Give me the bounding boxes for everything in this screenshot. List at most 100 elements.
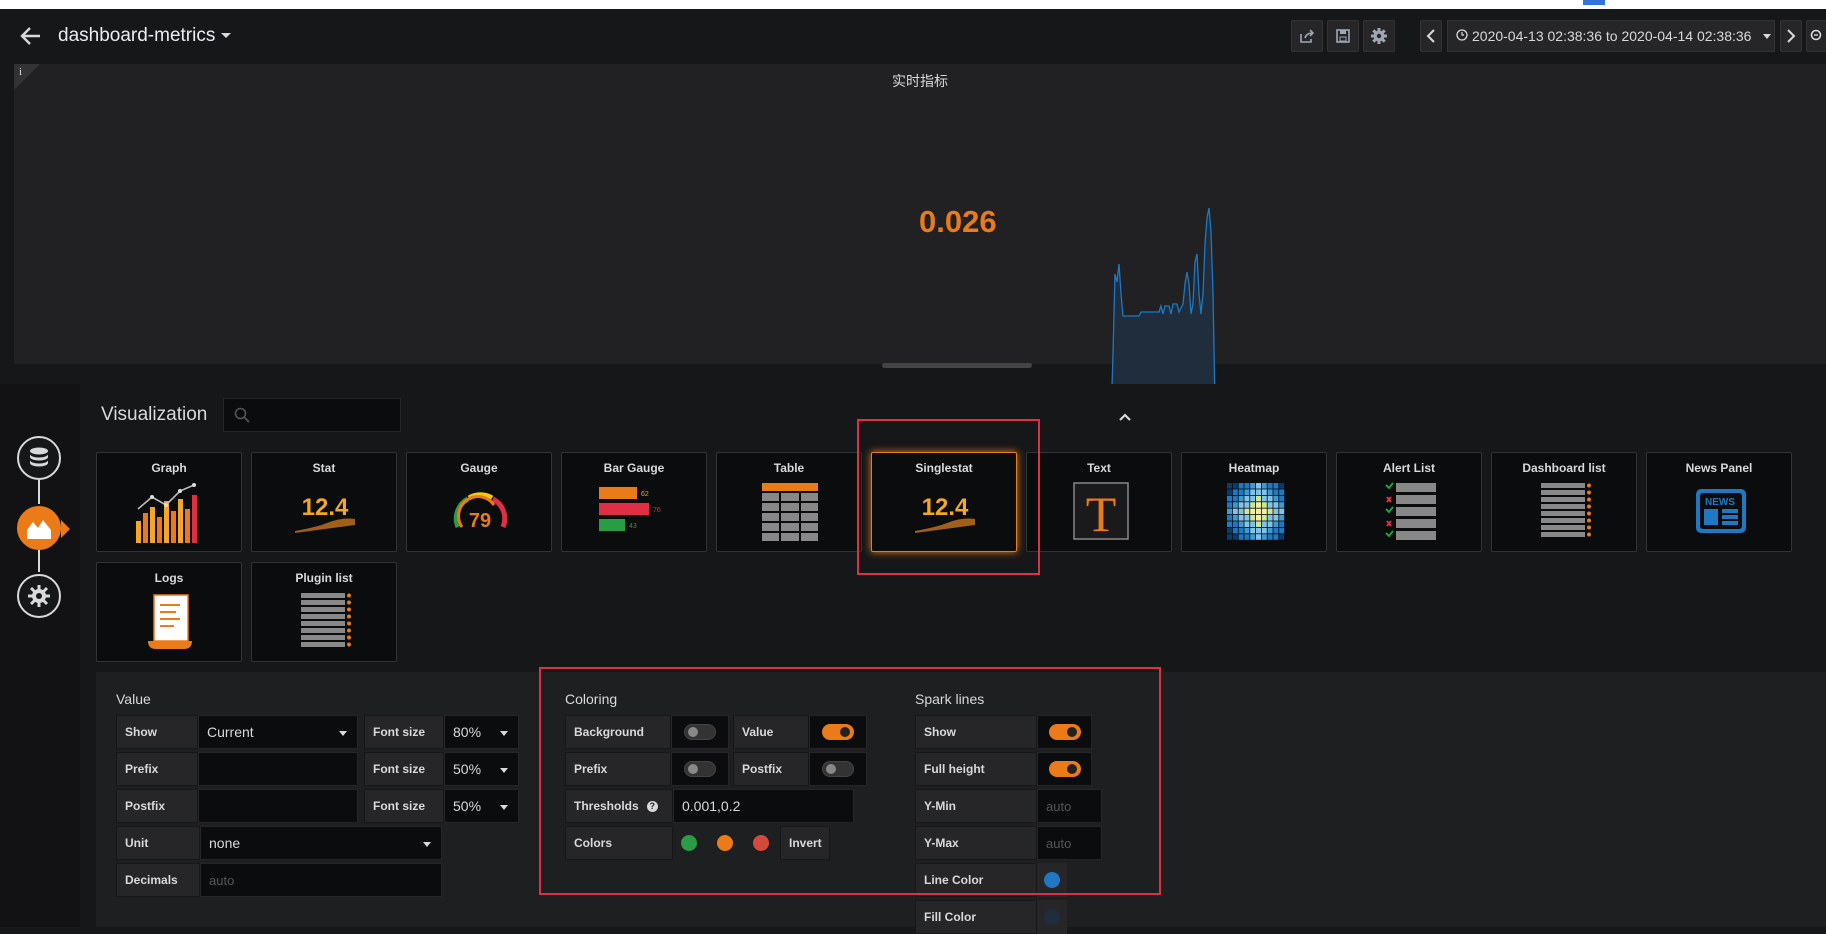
postfix-label: Postfix [116, 789, 198, 823]
panel-resize-handle[interactable] [882, 363, 1032, 368]
zoom-out-icon [1810, 29, 1822, 41]
time-back-button[interactable] [1420, 20, 1442, 52]
unit-select[interactable]: none [200, 826, 442, 860]
viz-card-bar-gauge[interactable]: Bar Gauge 62 76 43 [561, 452, 707, 552]
fill-color-picker[interactable] [1037, 900, 1067, 934]
top-navbar: dashboard-metrics 2020-04-13 02:38:36 to… [0, 9, 1826, 64]
font-size-value: 50% [453, 761, 482, 777]
gauge-icon-value: 79 [469, 510, 491, 532]
gauge-icon: 79 [453, 492, 508, 532]
viz-card-logs[interactable]: Logs [96, 562, 242, 662]
zoom-out-button[interactable] [1806, 20, 1826, 52]
visualization-step-button[interactable] [17, 506, 61, 550]
show-select-value: Current [207, 724, 254, 740]
stat-icon-value: 12.4 [302, 494, 349, 521]
value-font-size-select[interactable]: 80% [444, 715, 519, 749]
panel-title[interactable]: 实时指标 [14, 71, 1826, 91]
text-icon-glyph: T [1086, 486, 1117, 542]
chevron-down-icon [500, 805, 508, 810]
viz-card-label: Plugin list [295, 571, 353, 585]
viz-card-text[interactable]: Text T [1026, 452, 1172, 552]
viz-card-label: Heatmap [1228, 461, 1280, 475]
time-forward-button[interactable] [1780, 20, 1802, 52]
postfix-input[interactable] [198, 789, 358, 823]
prefix-input[interactable] [198, 752, 358, 786]
chevron-down-icon [423, 842, 431, 847]
show-select[interactable]: Current [198, 715, 358, 749]
time-range-text: 2020-04-13 02:38:36 to 2020-04-14 02:38:… [1472, 28, 1752, 44]
step-connector [38, 550, 40, 572]
viz-card-gauge[interactable]: Gauge 79 [406, 452, 552, 552]
viz-card-alert-list[interactable]: Alert List [1336, 452, 1482, 552]
viz-card-stat[interactable]: Stat 12.4 [251, 452, 397, 552]
chevron-down-icon [1763, 33, 1772, 39]
clock-icon [1456, 28, 1468, 44]
news-icon: NEWS [1696, 489, 1746, 533]
alert-list-icon [1385, 482, 1436, 540]
viz-card-graph[interactable]: Graph [96, 452, 242, 552]
viz-card-label: Table [773, 461, 805, 475]
visualization-search-input[interactable] [223, 398, 401, 432]
text-icon: T [1073, 482, 1129, 542]
chevron-down-icon [500, 768, 508, 773]
graph-icon [136, 483, 197, 543]
chevron-down-icon [221, 33, 232, 39]
dashboard-title-text: dashboard-metrics [58, 25, 216, 46]
browser-strip [0, 0, 1826, 9]
viz-card-label: News Panel [1685, 461, 1753, 475]
general-step-button[interactable] [17, 574, 61, 618]
postfix-font-size-select[interactable]: 50% [444, 789, 519, 823]
viz-card-label: Stat [312, 461, 336, 475]
viz-card-news-panel[interactable]: News Panel NEWS [1646, 452, 1792, 552]
bar-gauge-value: 43 [629, 523, 637, 530]
viz-card-label: Text [1087, 461, 1111, 475]
bar-gauge-value: 76 [653, 507, 661, 514]
dashboard-title[interactable]: dashboard-metrics [58, 25, 232, 47]
queries-step-button[interactable] [17, 436, 61, 480]
unit-select-value: none [209, 835, 241, 851]
show-label: Show [116, 715, 198, 749]
visualization-heading: Visualization [101, 404, 208, 425]
unit-label: Unit [116, 826, 200, 860]
prefix-font-size-select[interactable]: 50% [444, 752, 519, 786]
share-icon [1300, 29, 1315, 43]
plugin-list-icon [301, 593, 351, 647]
gear-icon [1371, 28, 1387, 44]
settings-button[interactable] [1363, 20, 1395, 52]
font-size-label: Font size [364, 752, 444, 786]
font-size-label: Font size [364, 715, 444, 749]
viz-card-label: Logs [154, 571, 184, 585]
viz-card-table[interactable]: Table [716, 452, 862, 552]
search-icon [234, 407, 250, 428]
highlight-box-coloring [539, 667, 1161, 895]
viz-card-label: Graph [151, 461, 187, 475]
chart-area-icon [27, 520, 51, 539]
viz-card-label: Alert List [1382, 461, 1435, 475]
viz-card-plugin-list[interactable]: Plugin list [251, 562, 397, 662]
collapse-chevron-up-icon[interactable] [1118, 410, 1132, 424]
decimals-input[interactable]: auto [200, 863, 442, 897]
viz-card-label: Gauge [460, 461, 498, 475]
back-arrow-icon[interactable] [18, 23, 46, 51]
chevron-left-icon [1426, 29, 1435, 43]
logs-icon [148, 594, 192, 649]
font-size-label: Font size [364, 789, 444, 823]
time-range-picker[interactable]: 2020-04-13 02:38:36 to 2020-04-14 02:38:… [1447, 20, 1775, 52]
viz-card-dashboard-list[interactable]: Dashboard list [1491, 452, 1637, 552]
font-size-value: 80% [453, 724, 482, 740]
news-icon-label: NEWS [1705, 497, 1735, 508]
active-step-pointer [61, 520, 70, 538]
viz-card-label: Bar Gauge [603, 461, 665, 475]
fill-color-label: Fill Color [915, 900, 1037, 934]
stat-icon: 12.4 [295, 494, 355, 533]
bar-gauge-value: 62 [641, 491, 649, 498]
step-connector [38, 480, 40, 504]
save-icon [1336, 29, 1350, 43]
browser-badge [1583, 0, 1605, 5]
fill-color-swatch [1044, 909, 1060, 925]
table-icon [762, 483, 818, 541]
share-button[interactable] [1291, 20, 1323, 52]
save-button[interactable] [1327, 20, 1359, 52]
viz-card-heatmap[interactable]: Heatmap [1181, 452, 1327, 552]
heatmap-icon [1227, 483, 1285, 540]
